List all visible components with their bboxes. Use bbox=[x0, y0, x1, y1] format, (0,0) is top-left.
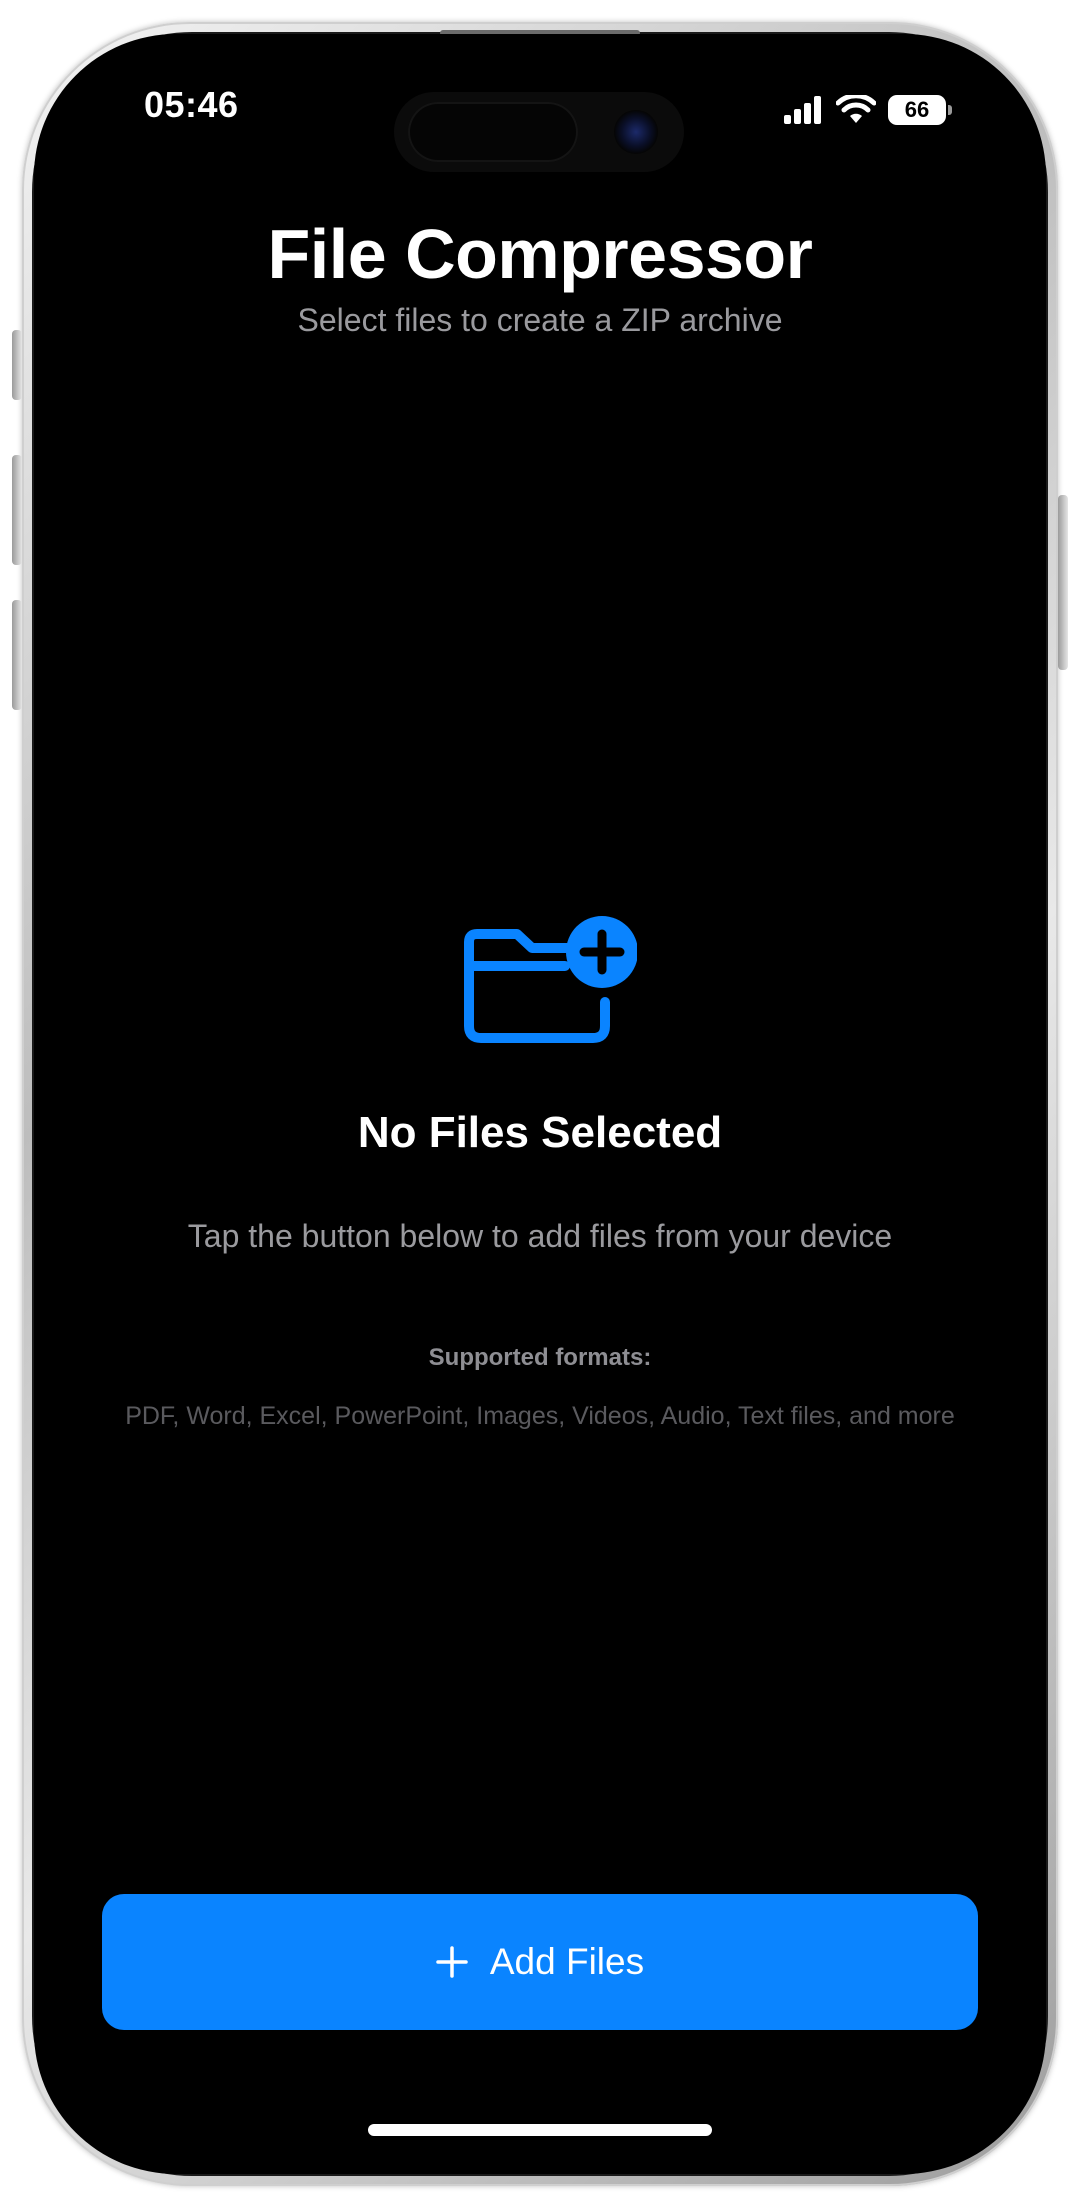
status-time: 05:46 bbox=[144, 84, 239, 125]
supported-formats-label: Supported formats: bbox=[428, 1344, 652, 1371]
volume-down-button bbox=[12, 600, 22, 710]
cellular-signal-icon bbox=[784, 96, 821, 124]
wifi-icon bbox=[836, 95, 876, 123]
empty-state-title: No Files Selected bbox=[357, 1108, 723, 1157]
page-subtitle: Select files to create a ZIP archive bbox=[297, 302, 783, 338]
dynamic-island bbox=[394, 92, 684, 172]
empty-state-description: Tap the button below to add files from y… bbox=[187, 1218, 893, 1254]
volume-up-button bbox=[12, 455, 22, 565]
supported-formats-list: PDF, Word, Excel, PowerPoint, Images, Vi… bbox=[125, 1402, 955, 1430]
action-button bbox=[12, 330, 22, 400]
battery-level: 66 bbox=[904, 97, 930, 122]
page-title: File Compressor bbox=[267, 215, 813, 293]
battery-tip bbox=[948, 105, 952, 115]
add-files-button[interactable]: Add Files bbox=[102, 1894, 978, 2030]
app-screen: 05:46 66 File Compressor Select files to… bbox=[34, 34, 1046, 2174]
status-indicators: 66 bbox=[784, 92, 952, 128]
power-button bbox=[1058, 495, 1068, 670]
add-files-label: Add Files bbox=[489, 1941, 645, 1982]
battery-icon: 66 bbox=[888, 95, 952, 125]
plus-icon bbox=[436, 1946, 468, 1978]
front-camera bbox=[614, 110, 658, 154]
home-indicator[interactable] bbox=[368, 2124, 712, 2136]
folder-plus-icon bbox=[464, 916, 637, 1043]
island-sensor bbox=[408, 102, 578, 162]
